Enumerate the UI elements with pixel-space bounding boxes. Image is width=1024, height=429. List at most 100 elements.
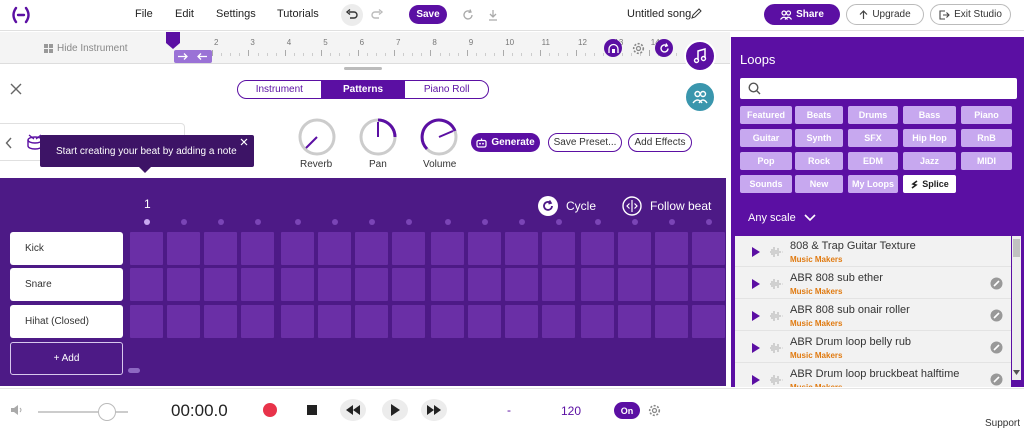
loop-region[interactable] xyxy=(174,50,212,63)
step-cell[interactable] xyxy=(431,268,464,301)
playhead-marker[interactable] xyxy=(166,32,180,50)
play-icon[interactable] xyxy=(751,310,761,322)
collaboration-button[interactable] xyxy=(684,81,716,113)
tempo-display[interactable]: 120 xyxy=(561,404,581,418)
tab-patterns[interactable]: Patterns xyxy=(321,81,406,98)
horizontal-scrollbar[interactable] xyxy=(128,368,140,373)
step-cell[interactable] xyxy=(542,232,575,265)
sync-button[interactable] xyxy=(457,4,479,26)
step-cell[interactable] xyxy=(431,232,464,265)
loop-category-chip[interactable]: Pop xyxy=(740,152,792,170)
step-cell[interactable] xyxy=(130,268,163,301)
ban-icon[interactable] xyxy=(990,341,1003,354)
step-cell[interactable] xyxy=(692,305,725,338)
cycle-toggle[interactable]: Cycle xyxy=(538,196,596,216)
loop-category-chip[interactable]: Jazz xyxy=(903,152,956,170)
fast-forward-button[interactable] xyxy=(421,399,447,421)
step-cell[interactable] xyxy=(505,232,538,265)
step-cell[interactable] xyxy=(167,305,200,338)
step-cell[interactable] xyxy=(655,305,688,338)
step-cell[interactable] xyxy=(241,305,274,338)
loop-category-chip[interactable]: MIDI xyxy=(961,152,1012,170)
add-effects-button[interactable]: Add Effects xyxy=(628,133,692,152)
step-cell[interactable] xyxy=(318,232,351,265)
track-row-snare[interactable]: Snare xyxy=(10,268,123,301)
scroll-down-icon[interactable] xyxy=(1013,370,1020,375)
loop-list-scrollbar[interactable] xyxy=(1012,236,1021,380)
loop-category-chip[interactable]: My Loops xyxy=(848,175,898,193)
step-cell[interactable] xyxy=(468,268,501,301)
key-display[interactable]: - xyxy=(507,403,511,417)
tab-piano-roll[interactable]: Piano Roll xyxy=(405,81,488,98)
play-button[interactable] xyxy=(382,399,408,421)
step-cell[interactable] xyxy=(431,305,464,338)
step-cell[interactable] xyxy=(204,305,237,338)
pencil-icon[interactable] xyxy=(691,8,702,19)
menu-tutorials[interactable]: Tutorials xyxy=(277,8,319,20)
track-row-hihat[interactable]: Hihat (Closed) xyxy=(10,305,123,338)
loop-category-chip[interactable]: Hip Hop xyxy=(903,129,956,147)
ban-icon[interactable] xyxy=(990,309,1003,322)
gear-icon[interactable] xyxy=(648,404,661,417)
play-icon[interactable] xyxy=(751,342,761,354)
speaker-icon[interactable] xyxy=(10,404,23,416)
step-cell[interactable] xyxy=(542,268,575,301)
loop-category-chip[interactable]: EDM xyxy=(848,152,898,170)
exit-studio-button[interactable]: Exit Studio xyxy=(930,4,1011,25)
loop-category-chip[interactable]: Splice xyxy=(903,175,956,193)
tuner-button[interactable] xyxy=(604,39,622,57)
step-cell[interactable] xyxy=(392,232,425,265)
menu-edit[interactable]: Edit xyxy=(175,8,194,20)
step-cell[interactable] xyxy=(281,268,314,301)
step-cell[interactable] xyxy=(241,268,274,301)
loop-category-chip[interactable]: Drums xyxy=(848,106,898,124)
step-cell[interactable] xyxy=(468,305,501,338)
step-cell[interactable] xyxy=(505,305,538,338)
step-cell[interactable] xyxy=(505,268,538,301)
track-row-kick[interactable]: Kick xyxy=(10,232,123,265)
loop-category-chip[interactable]: Piano xyxy=(961,106,1012,124)
reverb-knob[interactable] xyxy=(297,117,337,157)
menu-settings[interactable]: Settings xyxy=(216,8,256,20)
scale-filter-dropdown[interactable]: Any scale xyxy=(748,212,816,224)
hide-instrument-toggle[interactable]: Hide Instrument xyxy=(44,43,128,54)
loop-category-chip[interactable]: Beats xyxy=(795,106,843,124)
metronome-toggle[interactable]: On xyxy=(614,402,640,419)
undo-button[interactable] xyxy=(341,4,363,26)
chevron-left-icon[interactable] xyxy=(5,137,13,149)
loops-toggle-button[interactable] xyxy=(684,40,716,72)
generate-button[interactable]: Generate xyxy=(471,133,540,152)
close-icon[interactable] xyxy=(240,138,248,146)
loop-category-chip[interactable]: SFX xyxy=(848,129,898,147)
step-cell[interactable] xyxy=(281,305,314,338)
step-cell[interactable] xyxy=(692,268,725,301)
loop-item[interactable]: ABR Drum loop belly rub Music Makers xyxy=(735,333,1011,363)
soundtrap-logo-icon[interactable] xyxy=(10,6,32,24)
song-title[interactable]: Untitled song xyxy=(627,8,691,20)
loops-search-input[interactable] xyxy=(740,78,1017,99)
loop-item[interactable]: 808 & Trap Guitar Texture Music Makers xyxy=(735,237,1011,267)
step-cell[interactable] xyxy=(241,232,274,265)
follow-beat-toggle[interactable]: Follow beat xyxy=(622,196,711,216)
step-cell[interactable] xyxy=(655,268,688,301)
share-button[interactable]: Share xyxy=(764,4,840,25)
save-button[interactable]: Save xyxy=(409,5,447,24)
play-icon[interactable] xyxy=(751,374,761,386)
step-cell[interactable] xyxy=(130,232,163,265)
step-cell[interactable] xyxy=(581,305,614,338)
loop-item[interactable]: ABR 808 sub onair roller Music Makers xyxy=(735,301,1011,331)
panel-resize-handle[interactable] xyxy=(344,67,382,70)
loop-category-chip[interactable]: Synth xyxy=(795,129,843,147)
loop-category-chip[interactable]: New xyxy=(795,175,843,193)
step-cell[interactable] xyxy=(581,232,614,265)
pan-knob[interactable] xyxy=(358,117,398,157)
menu-file[interactable]: File xyxy=(135,8,153,20)
tab-instrument[interactable]: Instrument xyxy=(238,81,322,98)
loop-category-chip[interactable]: RnB xyxy=(961,129,1012,147)
step-cell[interactable] xyxy=(318,268,351,301)
loop-category-chip[interactable]: Featured xyxy=(740,106,792,124)
record-button[interactable] xyxy=(259,399,281,421)
step-cell[interactable] xyxy=(130,305,163,338)
step-cell[interactable] xyxy=(167,268,200,301)
loop-playback-button[interactable] xyxy=(655,39,673,57)
